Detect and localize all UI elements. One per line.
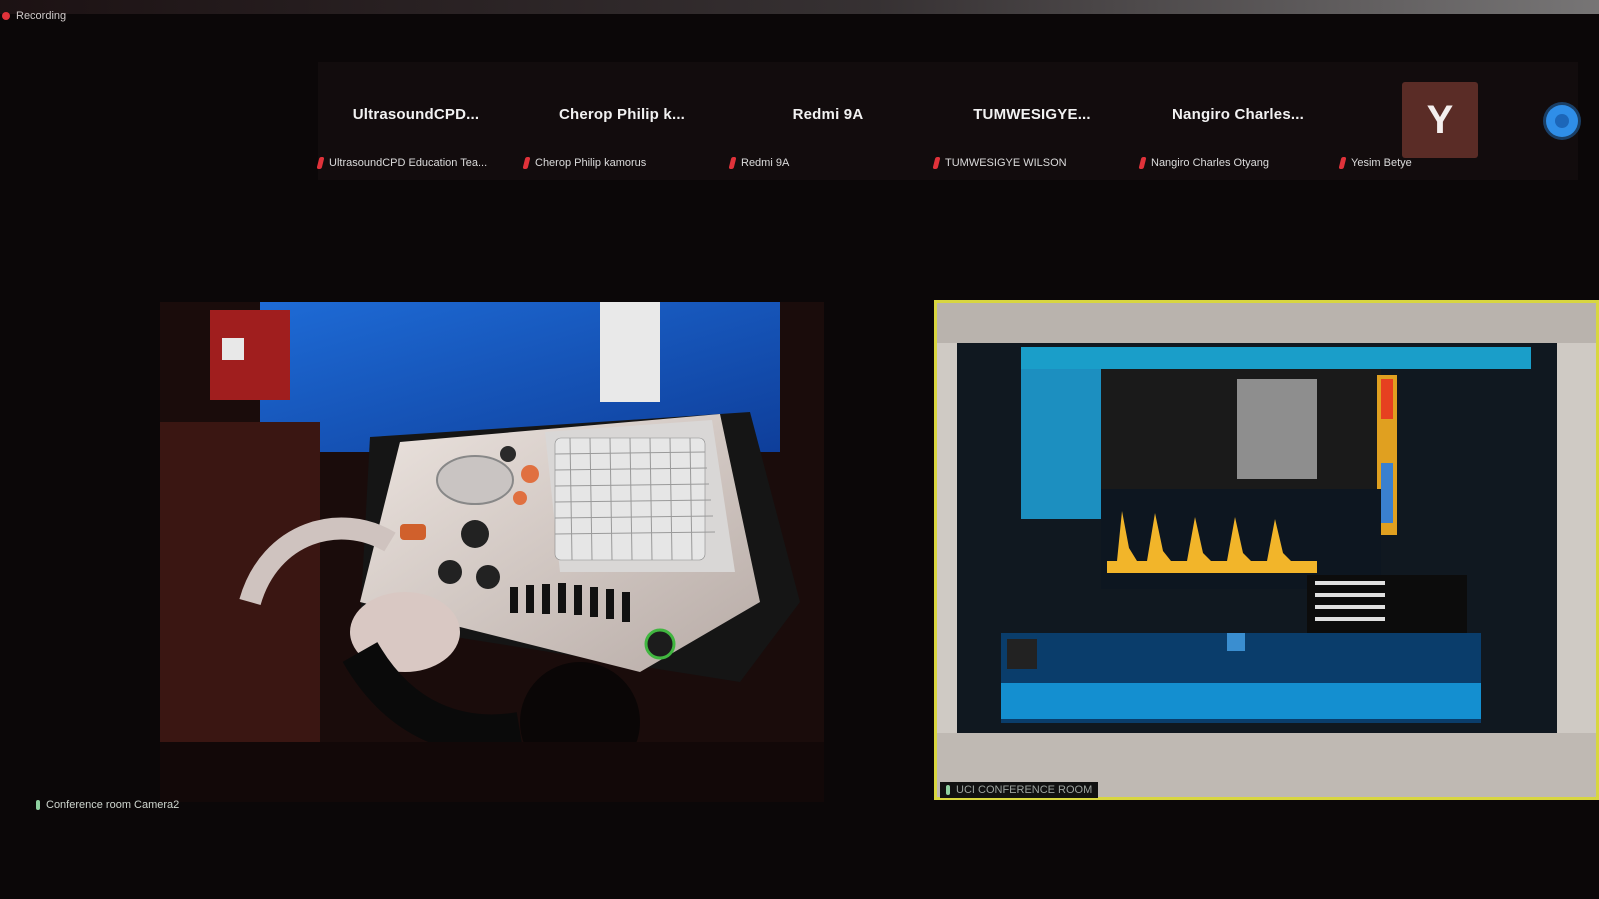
participant-name: Cherop Philip k... bbox=[558, 106, 686, 123]
recording-label: Recording bbox=[16, 10, 67, 22]
participant-label-text: Yesim Betye bbox=[1351, 157, 1412, 169]
video-label-left: Conference room Camera2 bbox=[36, 799, 179, 811]
ultrasound-keyboard-image bbox=[160, 302, 824, 802]
mic-muted-icon bbox=[522, 157, 531, 169]
participant-label: Redmi 9A bbox=[728, 157, 790, 169]
participant-tile[interactable]: Nangiro Charles... Nangiro Charles Otyan… bbox=[1138, 62, 1336, 180]
avatar: Y bbox=[1402, 82, 1478, 158]
screen-glare bbox=[0, 0, 1599, 14]
participant-label: Cherop Philip kamorus bbox=[522, 157, 647, 169]
participant-label: Yesim Betye bbox=[1338, 157, 1412, 169]
participant-label: TUMWESIGYE WILSON bbox=[932, 157, 1067, 169]
mic-muted-icon bbox=[728, 157, 737, 169]
video-feed-active-speaker[interactable] bbox=[934, 300, 1599, 800]
participant-label-text: UltrasoundCPD Education Tea... bbox=[329, 157, 488, 169]
mic-muted-icon bbox=[932, 157, 941, 169]
participant-name: TUMWESIGYE... bbox=[973, 106, 1091, 123]
participant-name: Nangiro Charles... bbox=[1172, 106, 1304, 123]
participant-tile[interactable]: TUMWESIGYE... TUMWESIGYE WILSON bbox=[932, 62, 1130, 180]
mic-muted-icon bbox=[1138, 157, 1147, 169]
participant-tile[interactable]: Cherop Philip k... Cherop Philip kamorus bbox=[522, 62, 720, 180]
video-label-right: UCI CONFERENCE ROOM bbox=[940, 782, 1099, 798]
video-label-left-text: Conference room Camera2 bbox=[46, 799, 180, 811]
participant-label: UltrasoundCPD Education Tea... bbox=[316, 157, 488, 169]
mic-muted-icon bbox=[1338, 157, 1347, 169]
ultrasound-monitor-image bbox=[937, 303, 1596, 797]
mic-icon bbox=[36, 800, 40, 810]
participant-tile[interactable]: UltrasoundCPD... UltrasoundCPD Education… bbox=[316, 62, 514, 180]
participant-name: Redmi 9A bbox=[792, 106, 864, 123]
participant-name: UltrasoundCPD... bbox=[352, 106, 480, 123]
video-feed-conference-camera[interactable] bbox=[160, 302, 824, 802]
participant-label-text: TUMWESIGYE WILSON bbox=[945, 157, 1067, 169]
participant-label-text: Redmi 9A bbox=[741, 157, 790, 169]
record-dot-icon bbox=[2, 12, 10, 20]
participant-label: Nangiro Charles Otyang bbox=[1138, 157, 1270, 169]
mic-muted-icon bbox=[316, 157, 325, 169]
video-label-right-text: UCI CONFERENCE ROOM bbox=[956, 784, 1093, 796]
participant-tile[interactable]: Redmi 9A Redmi 9A bbox=[728, 62, 926, 180]
mic-icon bbox=[946, 785, 950, 795]
options-circle-icon[interactable] bbox=[1546, 105, 1578, 137]
participant-label-text: Cherop Philip kamorus bbox=[535, 157, 647, 169]
participant-label-text: Nangiro Charles Otyang bbox=[1151, 157, 1270, 169]
recording-indicator: Recording bbox=[2, 10, 66, 22]
